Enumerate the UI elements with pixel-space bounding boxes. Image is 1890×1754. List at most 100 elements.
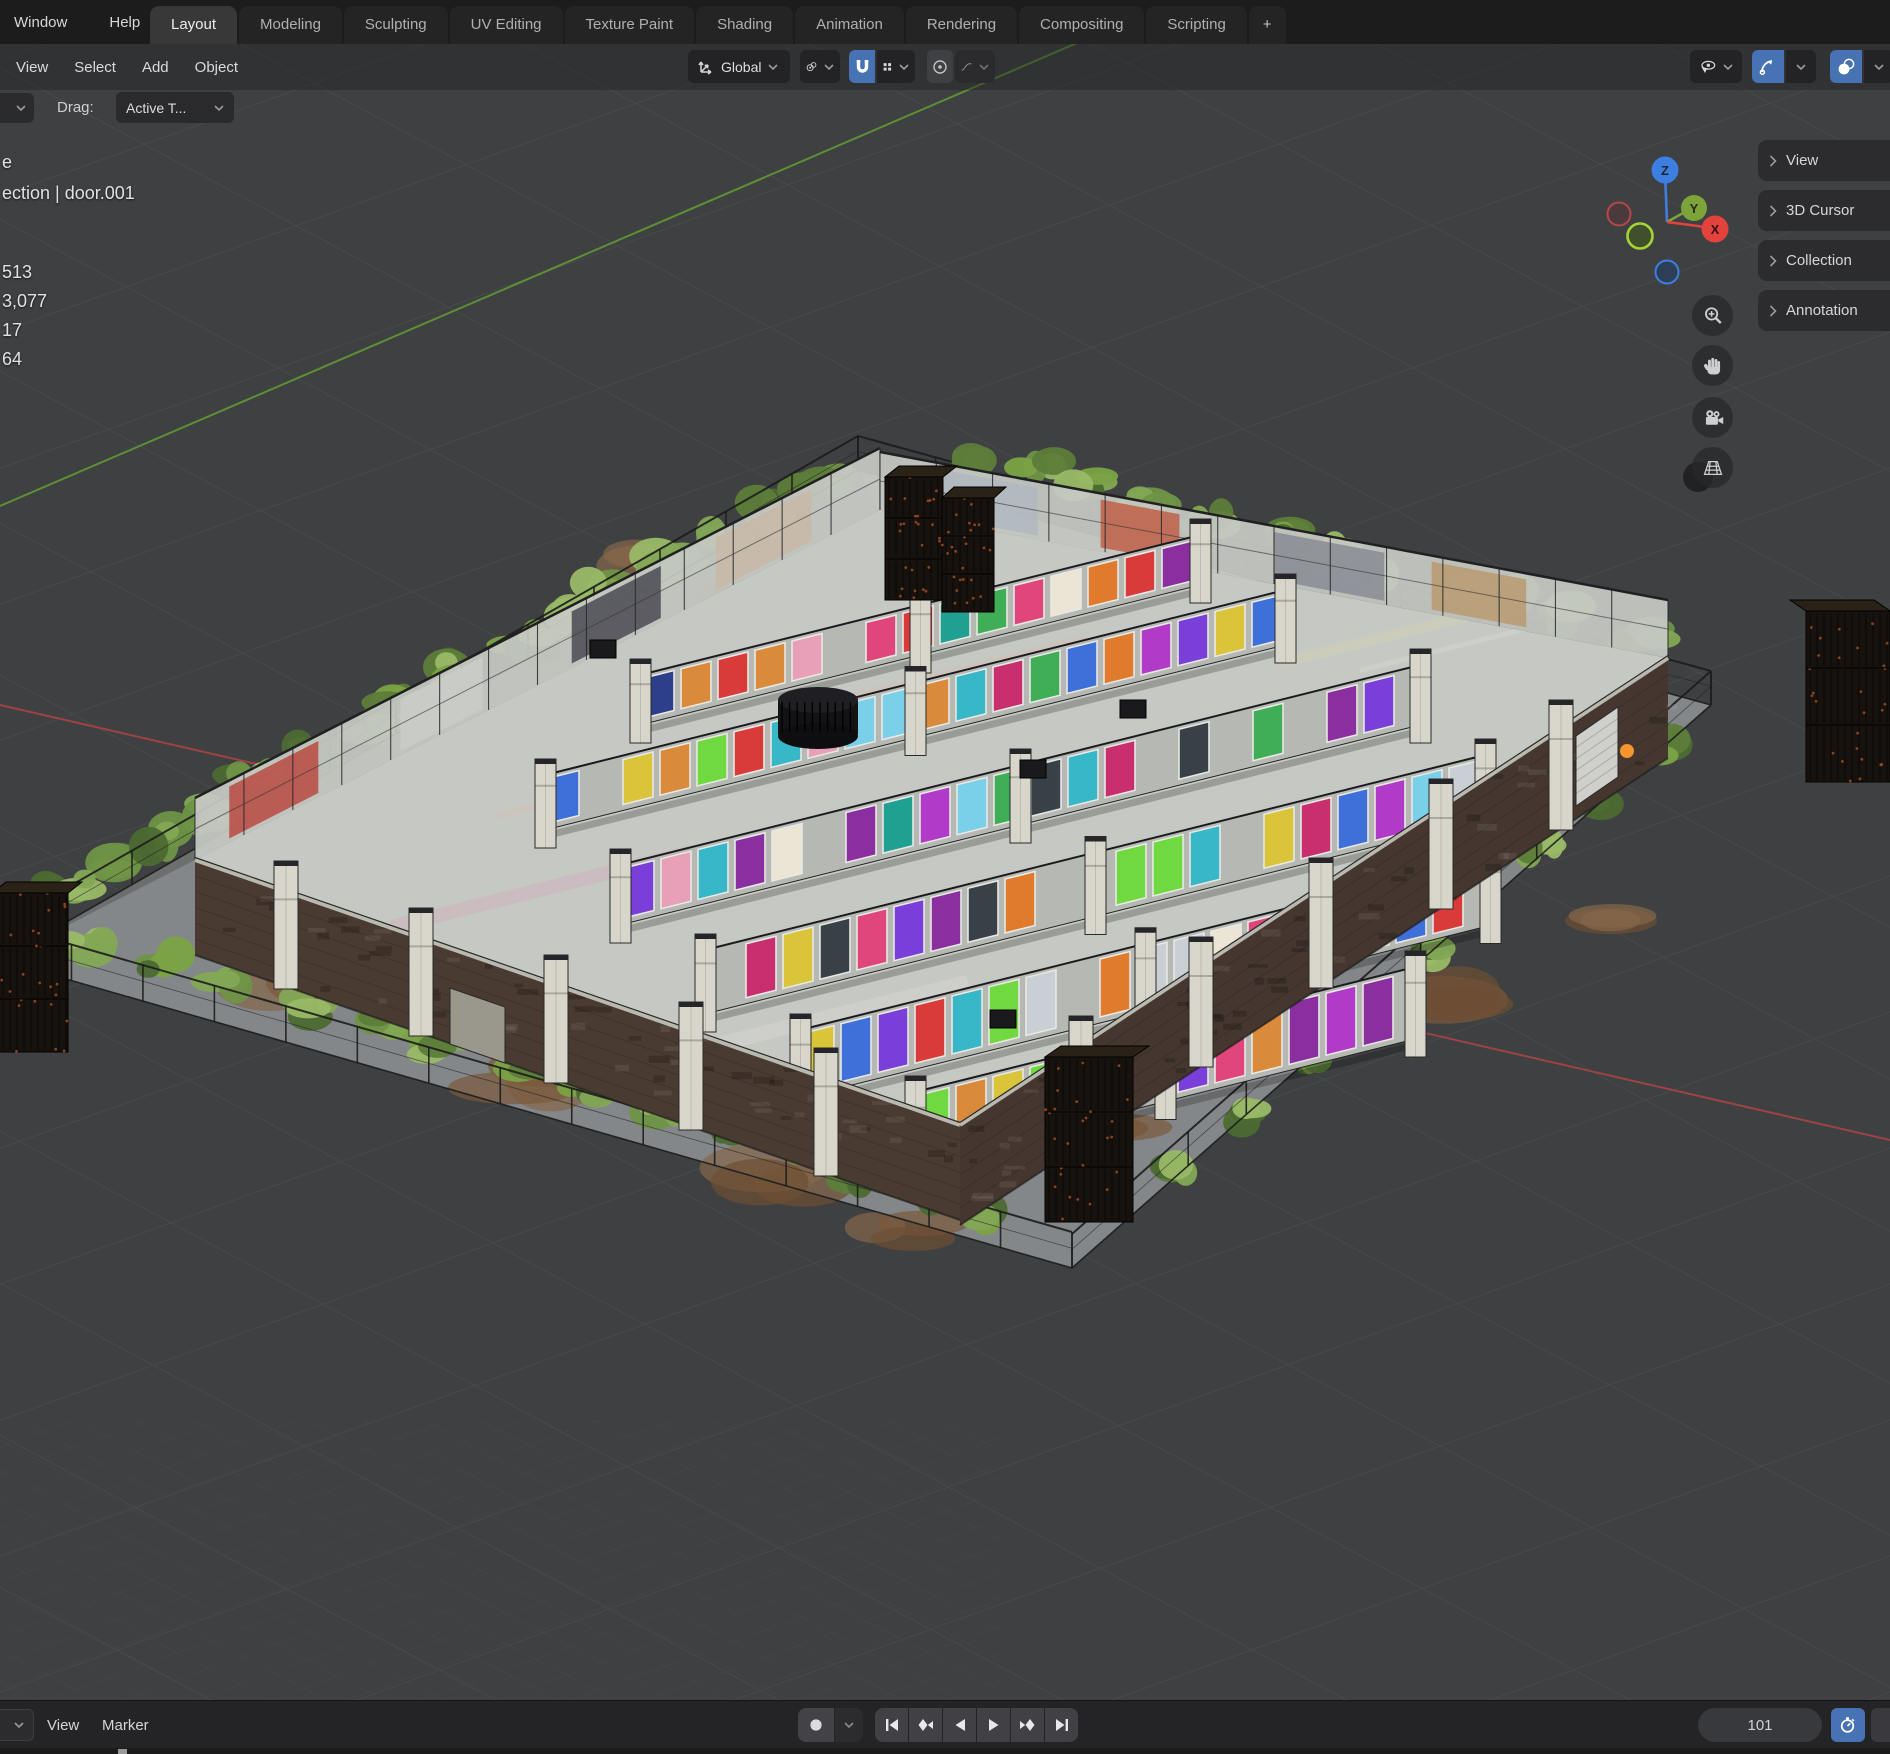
jump-to-start-icon bbox=[884, 1718, 900, 1732]
keyframe-next-icon bbox=[1019, 1718, 1036, 1732]
tool-dropdown-cut[interactable] bbox=[0, 93, 34, 123]
add-workspace-button[interactable]: + bbox=[1249, 6, 1286, 44]
play-reverse-icon bbox=[953, 1718, 967, 1732]
sidebar-tab-annotation[interactable]: Annotation bbox=[1758, 290, 1890, 331]
jump-keyframe-next-button[interactable] bbox=[1011, 1708, 1044, 1742]
menu-select[interactable]: Select bbox=[74, 59, 116, 76]
gizmo-axis-neg-x[interactable] bbox=[1608, 203, 1631, 226]
gizmo-axis-neg-z[interactable] bbox=[1656, 261, 1679, 284]
show-overlays-toggle[interactable] bbox=[1830, 50, 1862, 83]
tab-modeling[interactable]: Modeling bbox=[239, 6, 342, 44]
current-frame-field[interactable]: 101 bbox=[1698, 1708, 1822, 1742]
tab-animation[interactable]: Animation bbox=[795, 6, 904, 44]
falloff-curve-icon bbox=[961, 60, 972, 74]
tab-sculpting[interactable]: Sculpting bbox=[344, 6, 448, 44]
tab-layout[interactable]: Layout bbox=[150, 6, 237, 44]
show-object-types-dropdown[interactable] bbox=[1690, 50, 1742, 83]
chevron-down-icon bbox=[979, 64, 989, 70]
chevron-down-icon bbox=[16, 105, 26, 111]
gizmo-axis-neg-y[interactable] bbox=[1628, 224, 1653, 249]
current-frame-value: 101 bbox=[1747, 1717, 1772, 1734]
drag-mode-dropdown[interactable]: Active T... bbox=[116, 92, 234, 123]
hand-icon bbox=[1701, 354, 1725, 378]
chevron-right-icon bbox=[1769, 255, 1777, 267]
menu-object[interactable]: Object bbox=[195, 59, 238, 76]
play-button[interactable] bbox=[977, 1708, 1010, 1742]
frame-range-field-cut[interactable] bbox=[1871, 1708, 1890, 1742]
overlay-stat-faces: 64 bbox=[2, 349, 22, 370]
jump-to-start-button[interactable] bbox=[875, 1708, 908, 1742]
chevron-down-icon bbox=[824, 64, 834, 70]
toggle-ortho-button[interactable] bbox=[1692, 447, 1733, 488]
menu-help[interactable]: Help bbox=[103, 10, 146, 35]
chevron-down-icon bbox=[214, 105, 224, 111]
jump-to-end-icon bbox=[1054, 1718, 1070, 1732]
keyframe-prev-icon bbox=[917, 1718, 934, 1732]
sidebar-tab-collection[interactable]: Collection bbox=[1758, 240, 1890, 281]
timeline-menu-view[interactable]: View bbox=[47, 1701, 79, 1749]
auto-keying-record-button[interactable] bbox=[798, 1708, 834, 1742]
play-reverse-button[interactable] bbox=[943, 1708, 976, 1742]
zoom-icon bbox=[1701, 304, 1725, 328]
tab-rendering[interactable]: Rendering bbox=[906, 6, 1017, 44]
chevron-right-icon bbox=[1769, 155, 1777, 167]
zoom-button[interactable] bbox=[1692, 295, 1733, 336]
gizmo-icon bbox=[1759, 58, 1777, 76]
play-icon bbox=[987, 1718, 1001, 1732]
camera-view-button[interactable] bbox=[1692, 397, 1733, 438]
drag-mode-value: Active T... bbox=[126, 100, 186, 116]
gizmo-dropdown[interactable] bbox=[1786, 50, 1816, 83]
tab-shading[interactable]: Shading bbox=[696, 6, 793, 44]
overlay-stat-edges: 17 bbox=[2, 320, 22, 341]
menu-add[interactable]: Add bbox=[142, 59, 169, 76]
sidebar-tab-3d-cursor[interactable]: 3D Cursor bbox=[1758, 190, 1890, 231]
overlays-dropdown[interactable] bbox=[1864, 50, 1890, 83]
tab-texture-paint[interactable]: Texture Paint bbox=[565, 6, 695, 44]
workspace-tabs: Layout Modeling Sculpting UV Editing Tex… bbox=[150, 6, 1286, 44]
jump-to-end-button[interactable] bbox=[1045, 1708, 1078, 1742]
tab-compositing[interactable]: Compositing bbox=[1019, 6, 1144, 44]
stopwatch-icon bbox=[1839, 1716, 1857, 1734]
overlay-stat-vertices: 3,077 bbox=[2, 291, 47, 312]
orientation-label: Global bbox=[721, 59, 761, 75]
sidebar-tab-view[interactable]: View bbox=[1758, 140, 1890, 181]
menu-window[interactable]: Window bbox=[8, 10, 73, 35]
svg-text:Z: Z bbox=[1661, 163, 1669, 178]
camera-icon bbox=[1701, 406, 1725, 430]
chevron-down-icon bbox=[1796, 64, 1806, 70]
svg-text:Y: Y bbox=[1690, 201, 1699, 216]
snap-with-dropdown[interactable] bbox=[877, 50, 915, 83]
editor-type-dropdown[interactable] bbox=[0, 1709, 34, 1741]
tool-settings-row: Drag: Active T... bbox=[0, 92, 1890, 124]
pivot-point-dropdown[interactable] bbox=[800, 50, 840, 83]
keyframe-marker bbox=[118, 1749, 127, 1754]
tab-scripting[interactable]: Scripting bbox=[1146, 6, 1246, 44]
chevron-down-icon bbox=[768, 64, 778, 70]
gizmo-axis-z[interactable]: Z bbox=[1652, 157, 1679, 184]
timeline-menu-marker[interactable]: Marker bbox=[102, 1701, 149, 1749]
gizmo-axis-y[interactable]: Y bbox=[1681, 195, 1707, 221]
navigation-gizmo[interactable]: Z Y X bbox=[1592, 128, 1742, 298]
transform-orientation-icon bbox=[697, 58, 714, 75]
chevron-down-icon bbox=[14, 1722, 24, 1728]
timeline-editor-header: View Marker 101 bbox=[0, 1700, 1890, 1748]
magnet-icon bbox=[855, 59, 870, 75]
pan-button[interactable] bbox=[1692, 345, 1733, 386]
chevron-down-icon bbox=[899, 64, 909, 70]
drag-label: Drag: bbox=[57, 99, 94, 116]
show-gizmo-toggle[interactable] bbox=[1752, 50, 1784, 83]
jump-keyframe-prev-button[interactable] bbox=[909, 1708, 942, 1742]
preview-range-stopwatch-button[interactable] bbox=[1831, 1708, 1865, 1742]
tab-uv-editing[interactable]: UV Editing bbox=[450, 6, 563, 44]
menu-view[interactable]: View bbox=[16, 59, 48, 76]
proportional-editing-toggle[interactable] bbox=[927, 50, 953, 83]
gizmo-axis-x[interactable]: X bbox=[1702, 216, 1729, 243]
proportional-editing-icon bbox=[932, 59, 948, 75]
snap-toggle-magnet-button[interactable] bbox=[849, 50, 875, 83]
eye-visibility-icon bbox=[1699, 59, 1716, 75]
timeline-track-strip[interactable] bbox=[0, 1748, 1890, 1754]
proportional-falloff-dropdown[interactable] bbox=[955, 50, 995, 83]
keying-dropdown[interactable] bbox=[835, 1708, 863, 1742]
transform-orientation-dropdown[interactable]: Global bbox=[688, 50, 790, 83]
record-circle-icon bbox=[809, 1718, 823, 1732]
